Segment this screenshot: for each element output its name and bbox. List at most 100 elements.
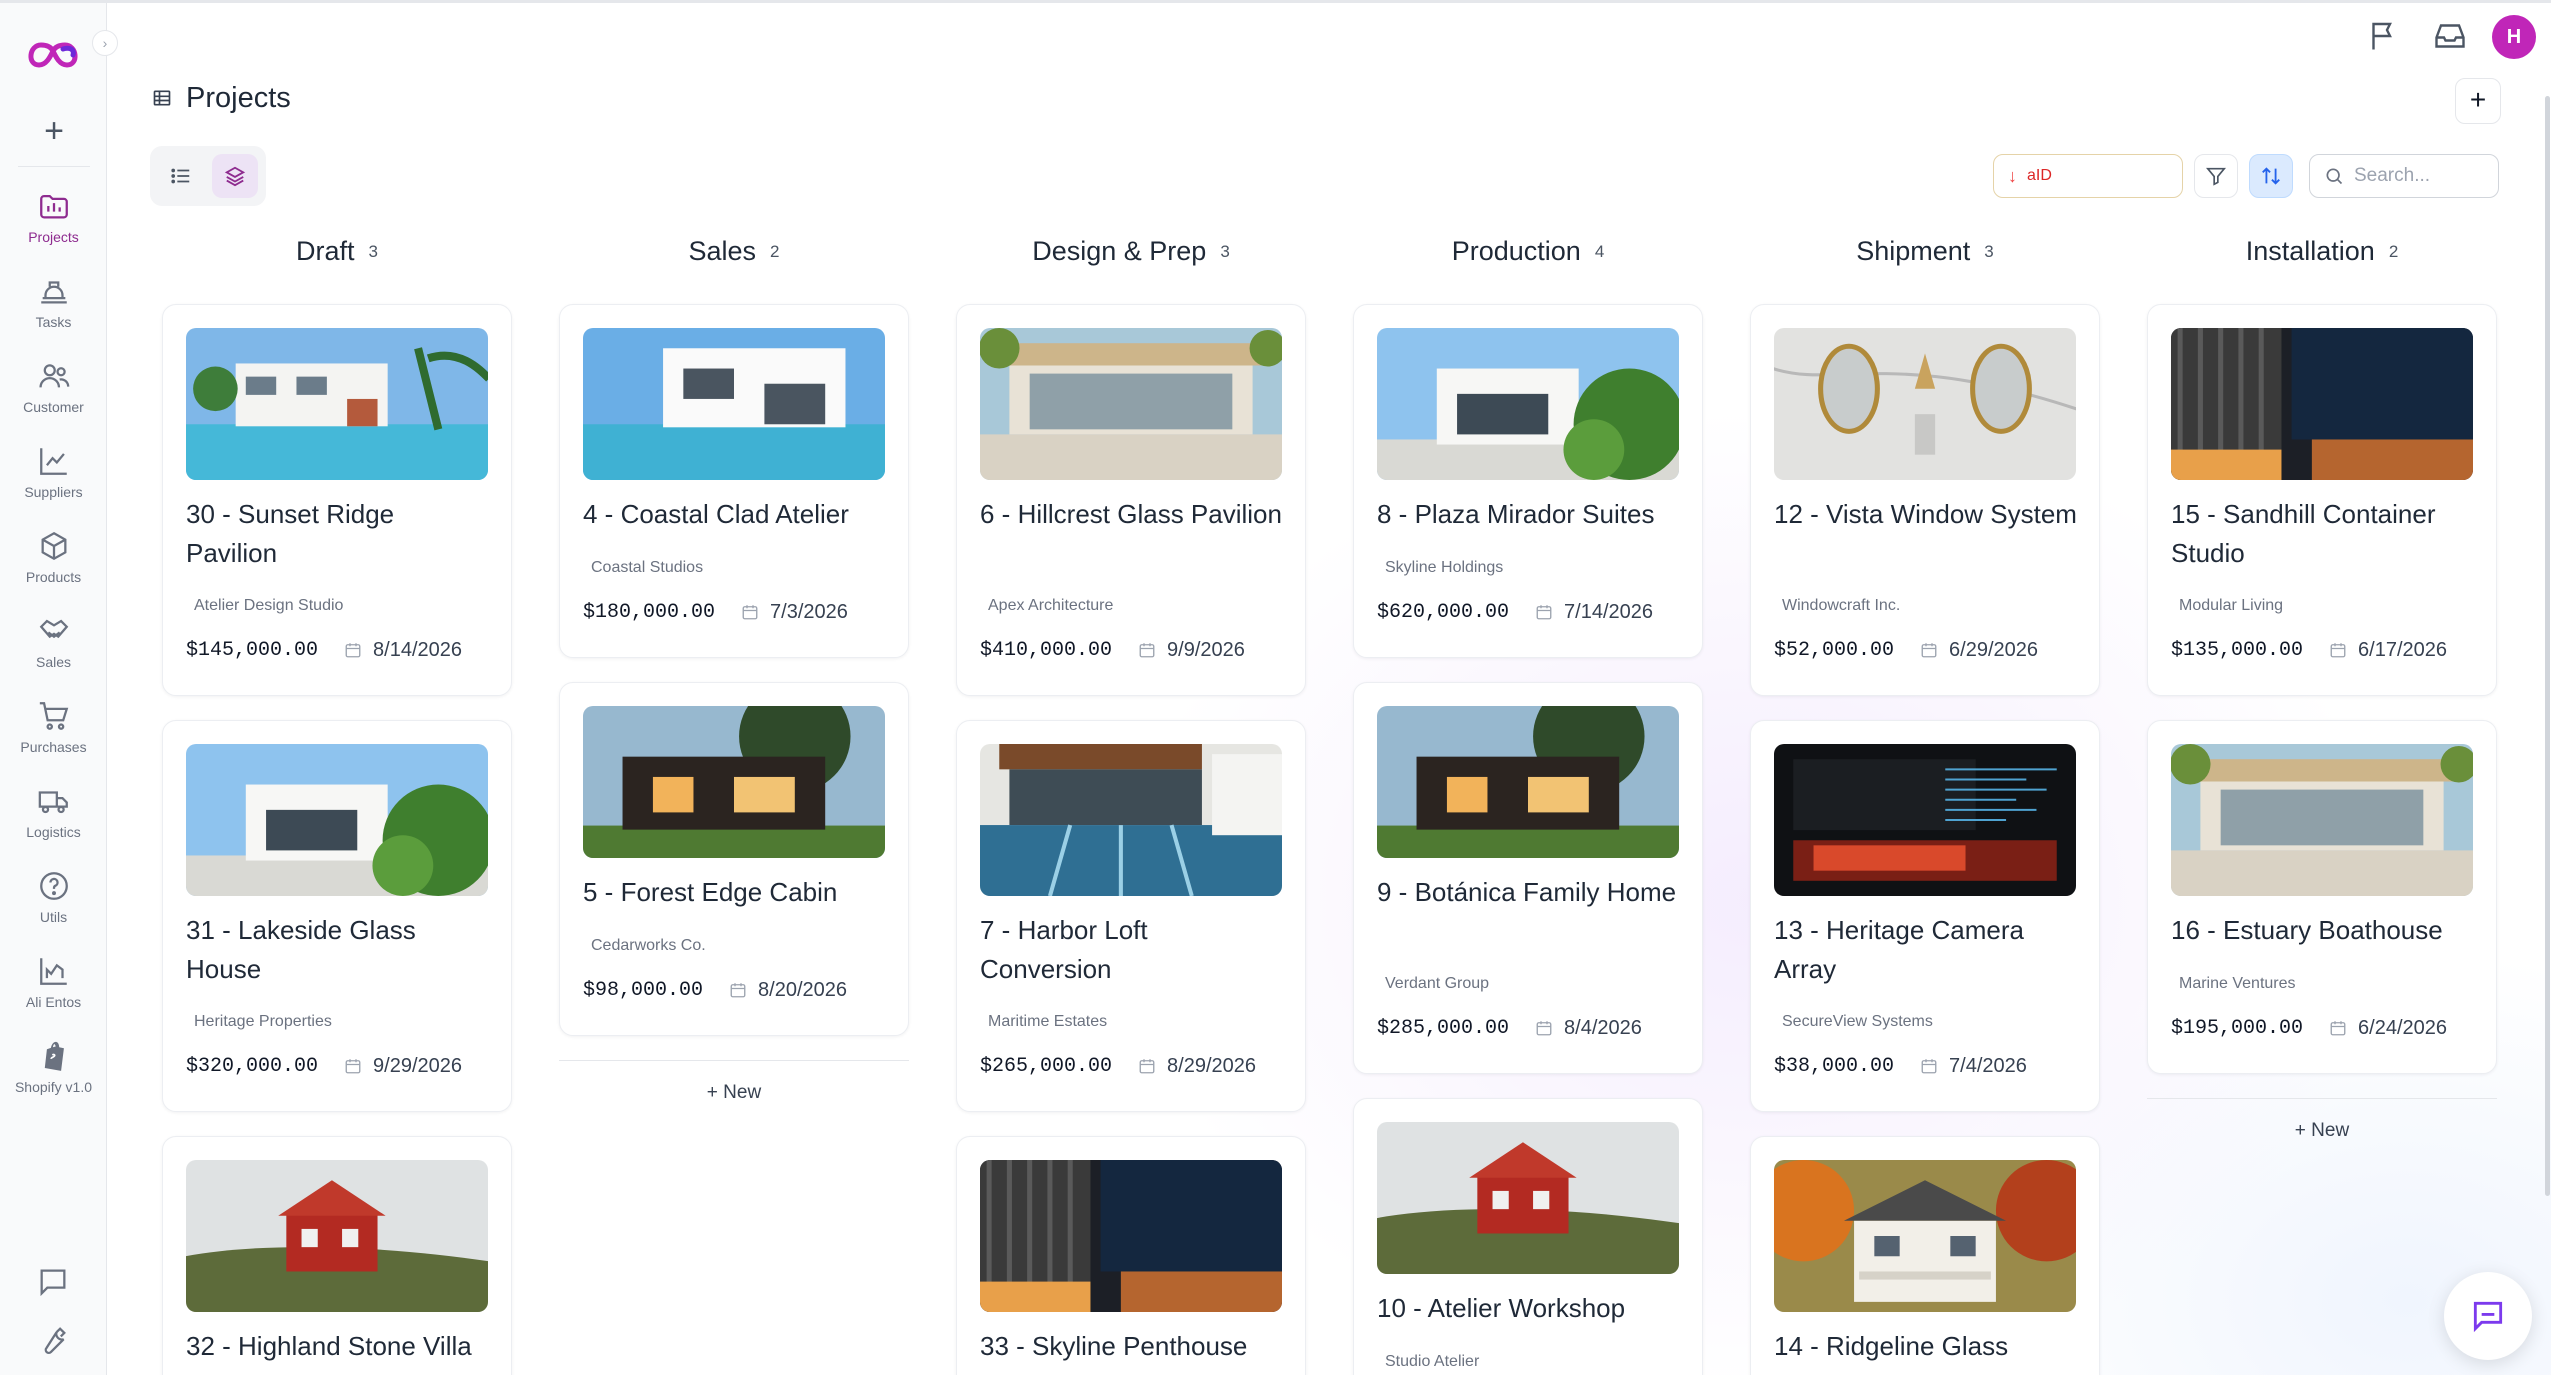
add-card-button[interactable]: + New [2147,1120,2497,1142]
list-view-button[interactable] [158,154,204,198]
sort-field-label: aID [2027,167,2052,184]
project-card[interactable]: 7 - Harbor Loft Conversion Maritime Esta… [956,720,1306,1112]
project-price: $98,000.00 [583,978,704,1002]
project-card[interactable]: 31 - Lakeside Glass House Heritage Prope… [162,720,512,1112]
sidebar-item-label: Ali Entos [25,994,82,1010]
project-card[interactable]: 8 - Plaza Mirador Suites Skyline Holding… [1353,304,1703,658]
due-date: 7/14/2026 [1564,600,1654,623]
filter-icon [2206,167,2226,186]
project-card[interactable]: 33 - Skyline Penthouse [956,1136,1306,1375]
project-price: $265,000.00 [980,1054,1113,1078]
column-count: 2 [2388,241,2399,261]
calendar-icon [345,1059,361,1074]
page-header: Projects [152,80,291,116]
sidebar-item-utils[interactable]: Utils [0,869,107,947]
sidebar-item-tasks[interactable]: Tasks [0,274,107,352]
feedback-icon[interactable] [36,1265,70,1299]
card-footer: $410,000.00 9/9/2026 [980,635,1245,665]
project-price: $180,000.00 [583,600,716,624]
search-box[interactable] [2309,154,2499,198]
sidebar-item-ali-entos[interactable]: Ali Entos [0,954,107,1032]
filter-button[interactable] [2194,154,2238,198]
dark-house-tree-thumbnail-image [1377,706,1679,858]
sort-field-select[interactable]: ↓ aID [1993,154,2183,198]
client-name: Cedarworks Co. [591,937,706,954]
card-footer: $135,000.00 6/17/2026 [2171,635,2447,665]
project-price: $145,000.00 [186,638,319,662]
board-view-button[interactable] [212,154,258,198]
sidebar-item-label: Purchases [20,739,87,755]
chat-button[interactable] [2444,1272,2532,1360]
brand-logo[interactable] [23,37,83,73]
client-name: Skyline Holdings [1385,559,1504,576]
page-title: Projects [186,81,291,114]
tasks-icon [40,281,67,304]
sidebar-item-products[interactable]: Products [0,529,107,607]
sidebar-item-shopify[interactable]: Shopify v1.0 [0,1039,107,1117]
calendar-icon [1921,1059,1937,1074]
project-card[interactable]: 13 - Heritage Camera Array SecureView Sy… [1750,720,2100,1112]
column-title: Shipment [1856,236,1971,266]
flag-icon[interactable] [2366,18,2402,54]
column-header: Shipment 3 [1750,236,2100,280]
project-card[interactable]: 10 - Atelier Workshop Studio Atelier [1353,1098,1703,1375]
project-card[interactable]: 4 - Coastal Clad Atelier Coastal Studios… [559,304,909,658]
sidebar-item-label: Suppliers [24,484,83,500]
sidebar-item-label: Logistics [26,824,81,840]
search-input[interactable] [2354,165,2484,187]
user-avatar[interactable]: H [2492,15,2536,59]
sidebar-item-suppliers[interactable]: Suppliers [0,444,107,522]
calendar-icon [1536,605,1552,620]
project-card[interactable]: 16 - Estuary Boathouse Marine Ventures $… [2147,720,2497,1074]
table-icon [153,90,171,106]
sidebar-item-customer[interactable]: Customer [0,359,107,437]
column-title: Production [1451,236,1581,266]
calendar-icon [2330,1021,2346,1036]
client-name: Heritage Properties [194,1013,332,1030]
calendar-icon [1921,643,1937,658]
project-card[interactable]: 32 - Highland Stone Villa [162,1136,512,1375]
sidebar-item-label: Shopify v1.0 [14,1079,93,1095]
add-project-button[interactable]: + [2455,78,2501,124]
client-name: Verdant Group [1385,975,1490,992]
column-header: Production 4 [1353,236,1703,280]
client-name: Modular Living [2179,597,2284,614]
villa-pool-thumbnail-image [186,328,488,480]
card-footer: $52,000.00 6/29/2026 [1774,635,2038,665]
project-thumbnail [1377,1122,1679,1274]
project-card[interactable]: 6 - Hillcrest Glass Pavilion Apex Archit… [956,304,1306,696]
sidebar-collapse-button[interactable]: › [92,30,118,56]
sidebar-item-sales[interactable]: Sales [0,614,107,692]
project-card[interactable]: 14 - Ridgeline Glass [1750,1136,2100,1375]
project-price: $135,000.00 [2171,638,2304,662]
sidebar-item-purchases[interactable]: Purchases [0,699,107,777]
sidebar: + Projects Tasks Customer Suppliers Prod… [0,3,107,1375]
card-footer: $145,000.00 8/14/2026 [186,635,462,665]
project-card[interactable]: 15 - Sandhill Container Studio Modular L… [2147,304,2497,696]
page-scrollbar[interactable] [2545,96,2550,1196]
project-title: 12 - Vista Window System [1774,499,2077,529]
column-title: Design & Prep [1032,236,1207,266]
sort-order-button[interactable] [2249,154,2293,198]
calendar-icon [1536,1021,1552,1036]
client-name: Marine Ventures [2179,975,2296,992]
project-card[interactable]: 12 - Vista Window System Windowcraft Inc… [1750,304,2100,696]
quick-add-button[interactable]: + [34,111,74,151]
add-card-button[interactable]: + New [559,1082,909,1104]
inbox-icon[interactable] [2432,18,2468,54]
due-date: 9/9/2026 [1167,638,1245,661]
sidebar-item-label: Customer [23,399,84,415]
project-title: 8 - Plaza Mirador Suites [1377,499,1655,529]
sidebar-item-projects[interactable]: Projects [0,189,107,267]
sidebar-item-logistics[interactable]: Logistics [0,784,107,862]
project-thumbnail [980,1160,1282,1312]
due-date: 6/24/2026 [2358,1016,2448,1039]
calendar-icon [1139,1059,1155,1074]
project-thumbnail [186,328,488,480]
project-card[interactable]: 5 - Forest Edge Cabin Cedarworks Co. $98… [559,682,909,1036]
project-card[interactable]: 9 - Botánica Family Home Verdant Group $… [1353,682,1703,1074]
column-header: Design & Prep 3 [956,236,1306,280]
wrench-icon[interactable] [36,1323,70,1357]
project-card[interactable]: 30 - Sunset Ridge Pavilion Atelier Desig… [162,304,512,696]
project-thumbnail [2171,744,2473,896]
